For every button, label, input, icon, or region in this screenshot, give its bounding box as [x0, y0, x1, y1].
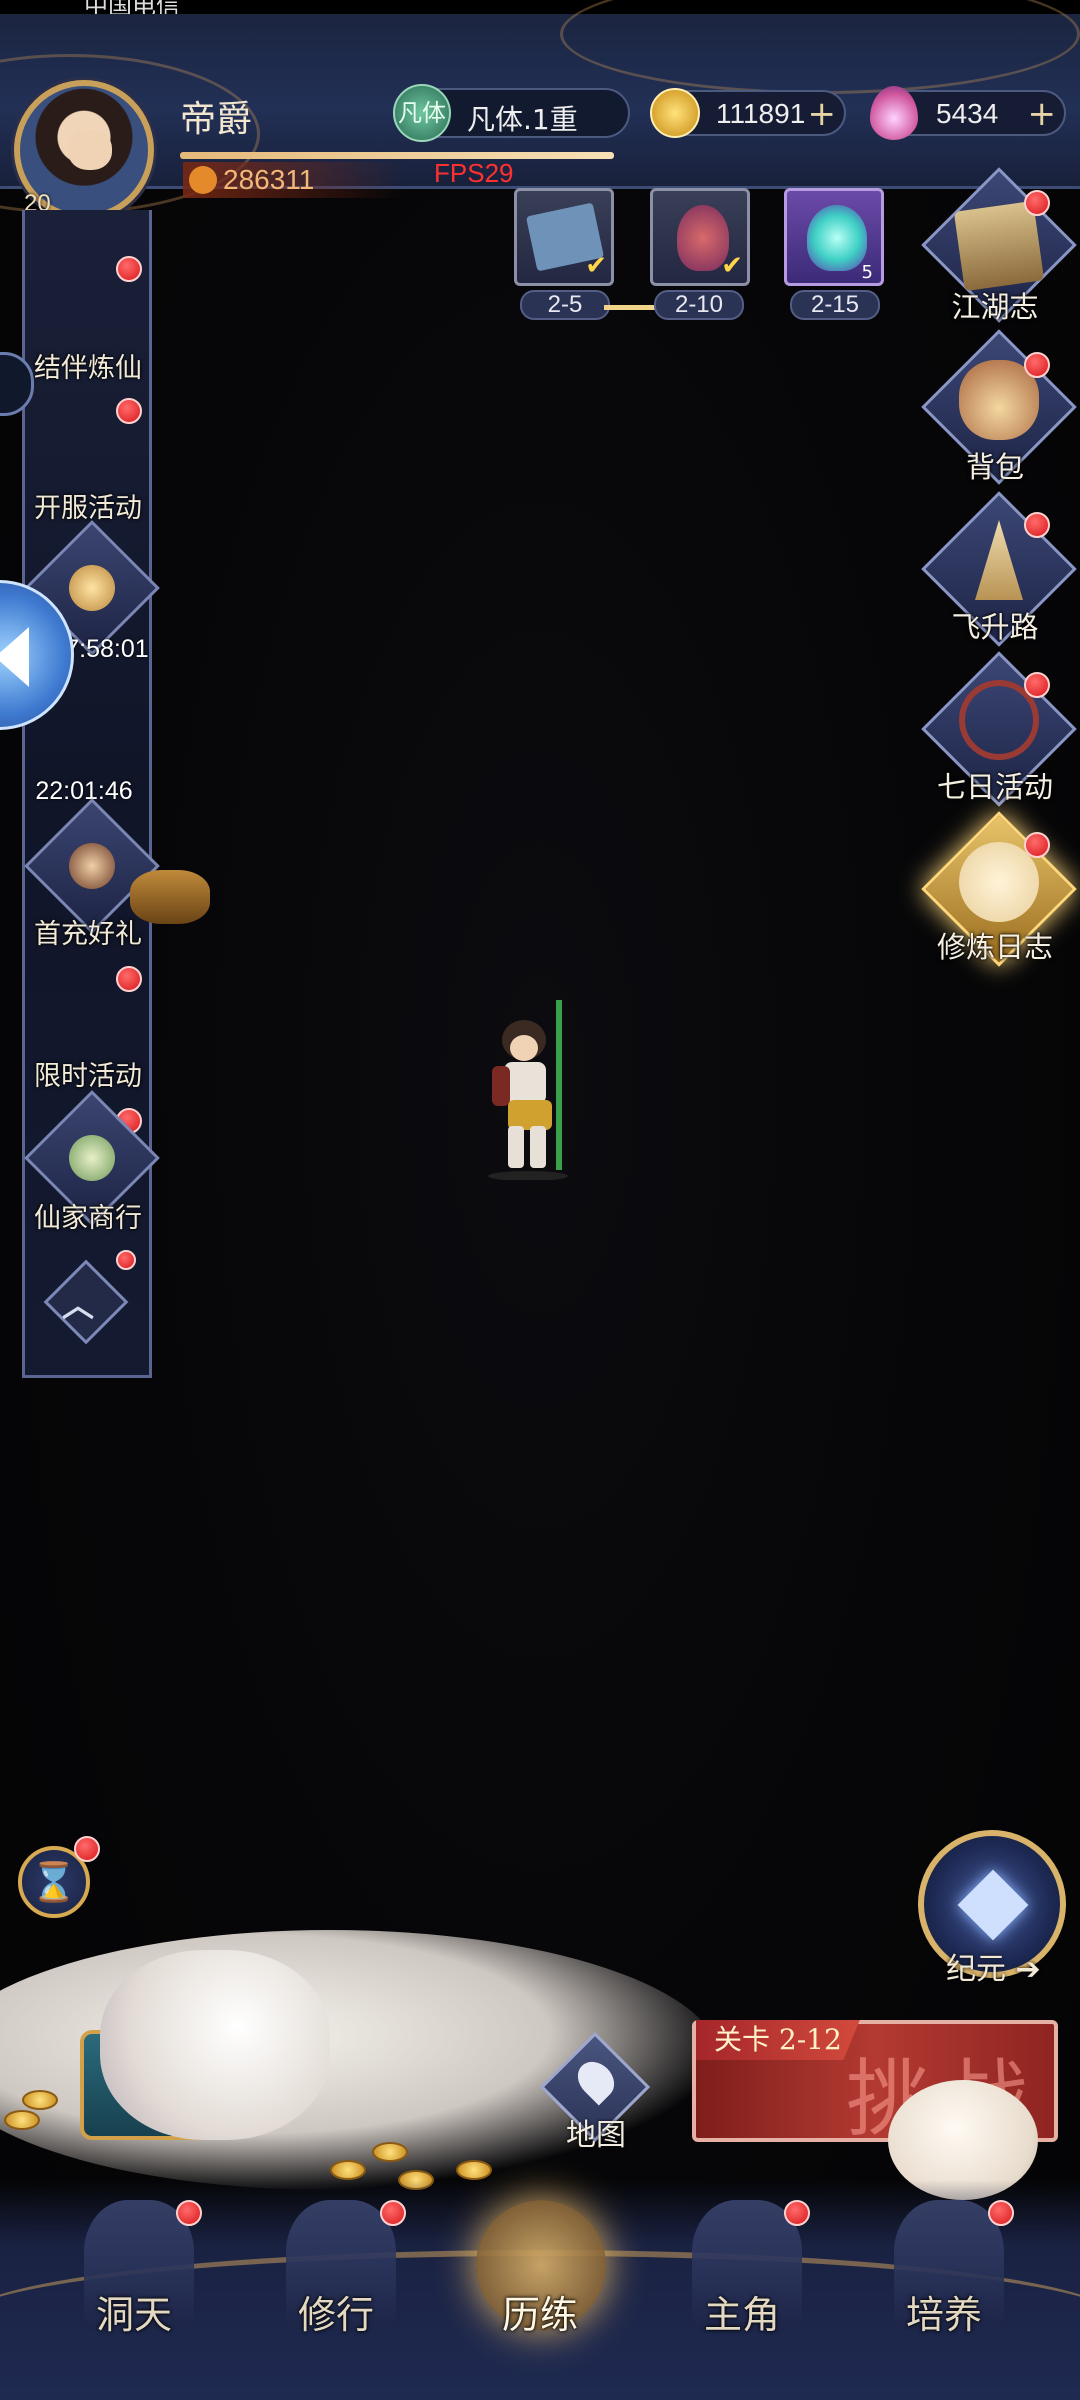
claimed-check-icon: ✔ — [721, 251, 743, 281]
nav-label: 历练 — [501, 2293, 578, 2337]
era-text: 纪元 — [946, 1952, 1006, 1987]
notification-dot — [116, 966, 142, 992]
gem-icon — [870, 86, 918, 140]
right-menu-bag[interactable]: 背包 — [920, 444, 1070, 486]
nav-label: 洞天 — [95, 2293, 172, 2337]
exp-bar — [180, 152, 614, 159]
right-menu-seven-day[interactable]: 七日活动 — [920, 764, 1070, 806]
gem-value: 5434 — [936, 98, 999, 129]
notification-dot — [1024, 352, 1050, 378]
coin-counter: 111891 + — [650, 88, 846, 138]
coin-pile-icon — [372, 2142, 408, 2162]
realm-text: 凡体.1重 — [467, 103, 578, 136]
notification-dot — [116, 1250, 136, 1270]
combat-power: 286311 — [183, 162, 403, 198]
notification-dot — [176, 2200, 202, 2226]
right-menu-ascension[interactable]: 飞升路 — [920, 604, 1070, 646]
notification-dot — [1024, 832, 1050, 858]
hourglass-icon: ⌛ — [30, 1860, 78, 1904]
notification-dot — [116, 256, 142, 282]
coin-value: 111891 — [716, 98, 806, 129]
notification-dot — [784, 2200, 810, 2226]
coin-pile-icon — [456, 2160, 492, 2180]
stage-reward-3[interactable]: 5 — [784, 188, 884, 286]
left-menu-first-recharge[interactable]: 首充好礼 — [0, 912, 176, 951]
chevron-up-icon: ︿ — [62, 1286, 95, 1324]
power-icon — [189, 166, 217, 194]
notification-dot — [380, 2200, 406, 2226]
map-label: 地图 — [566, 2118, 626, 2153]
realm-badge-icon: 凡体 — [393, 84, 451, 142]
nav-label: 修行 — [297, 2293, 374, 2337]
staff — [556, 1000, 562, 1170]
left-menu-limited-event[interactable]: 限时活动 — [0, 1054, 176, 1093]
reward-stage-label: 2-15 — [790, 290, 880, 320]
claimed-check-icon: ✔ — [585, 251, 607, 281]
coin-pile-icon — [22, 2090, 58, 2110]
reward-stage-label: 2-5 — [520, 290, 610, 320]
coin-icon — [650, 88, 700, 138]
reward-count: 5 — [861, 262, 873, 283]
stage-reward-1[interactable]: ✔ — [514, 188, 614, 286]
power-value: 286311 — [223, 164, 315, 195]
player-name: 帝爵 — [180, 99, 253, 140]
back-arrow-icon — [0, 627, 29, 687]
fps-counter: FPS29 — [434, 158, 514, 188]
coin-pile-icon — [330, 2160, 366, 2180]
add-coins-button[interactable]: + — [808, 94, 837, 134]
nav-label: 培养 — [905, 2293, 982, 2337]
gem-counter: 5434 + — [870, 86, 1066, 140]
stage-tag: 关卡 2-12 — [696, 2020, 860, 2060]
sleeping-beast-icon — [100, 1950, 330, 2140]
left-menu-partner[interactable]: 结伴炼仙 — [0, 346, 176, 385]
era-label: 纪元 ➔ — [946, 1952, 1041, 1987]
right-menu-training-log[interactable]: 修炼日志 — [920, 924, 1070, 966]
notification-dot — [988, 2200, 1014, 2226]
notification-dot — [1024, 672, 1050, 698]
game-screen: 中国电信 20 帝爵 凡体 凡体.1重 111891 + 5434 + 2863… — [0, 0, 1080, 2400]
nav-label: 主角 — [703, 2293, 780, 2337]
nav-adventure[interactable]: 历练 — [450, 2190, 630, 2400]
right-menu-jianghu[interactable]: 江湖志 — [920, 284, 1070, 326]
soul-flame-icon — [807, 205, 867, 271]
notification-dot — [74, 1836, 100, 1862]
stage-reward-2[interactable]: ✔ — [650, 188, 750, 286]
star-icon — [957, 1869, 1029, 1941]
coin-pile-icon — [4, 2110, 40, 2130]
notification-dot — [1024, 512, 1050, 538]
left-menu-opening-event[interactable]: 开服活动 — [0, 486, 176, 525]
add-gems-button[interactable]: + — [1028, 94, 1057, 134]
reward-stage-label: 2-10 — [654, 290, 744, 320]
notification-dot — [1024, 190, 1050, 216]
realm-display[interactable]: 凡体 凡体.1重 — [393, 84, 630, 142]
notification-dot — [116, 398, 142, 424]
hero-character[interactable] — [468, 1000, 588, 1180]
left-menu-merchant[interactable]: 仙家商行 — [0, 1196, 176, 1235]
